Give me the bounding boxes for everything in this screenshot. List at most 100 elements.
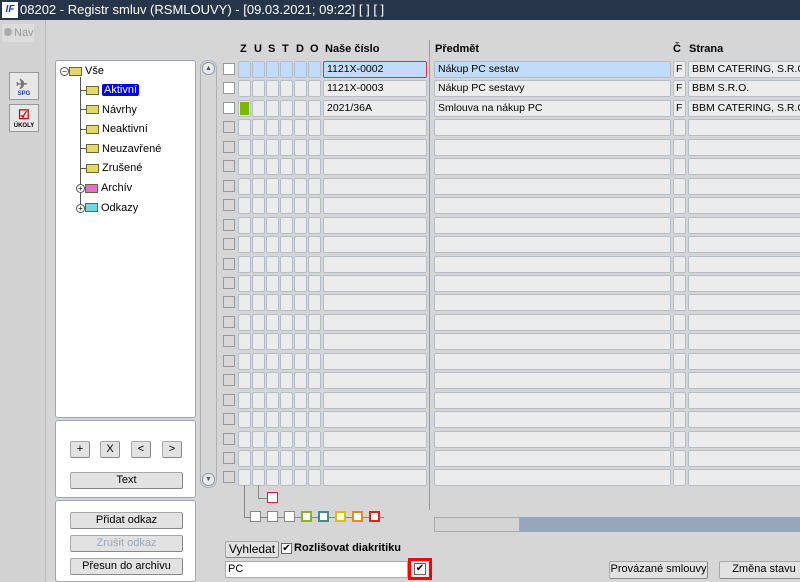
number-cell[interactable]	[323, 294, 427, 312]
archive-button[interactable]: Přesun do archivu	[70, 558, 183, 575]
c-cell[interactable]	[673, 274, 686, 292]
diacritics-checkbox[interactable]: ✔	[281, 543, 292, 554]
row-checkbox[interactable]	[223, 101, 235, 114]
party-cell[interactable]	[688, 138, 800, 156]
add-node-button[interactable]: +	[70, 441, 90, 458]
header-number[interactable]: Naše číslo	[325, 43, 379, 55]
subject-cell[interactable]	[434, 274, 671, 292]
number-cell[interactable]	[323, 216, 427, 234]
tree-item[interactable]: Zrušené	[80, 159, 142, 177]
c-cell[interactable]	[673, 197, 686, 215]
number-cell[interactable]	[323, 138, 427, 156]
party-cell[interactable]	[688, 197, 800, 215]
row-checkbox[interactable]	[223, 393, 235, 406]
subject-cell[interactable]	[434, 469, 671, 487]
scroll-up-icon[interactable]: ▲	[202, 62, 215, 75]
tree-item[interactable]: Neuzavřené	[80, 140, 161, 158]
subject-cell[interactable]	[434, 313, 671, 331]
number-cell[interactable]: 1121X-0003	[323, 80, 427, 98]
row-checkbox[interactable]	[223, 199, 235, 212]
subject-cell[interactable]	[434, 138, 671, 156]
tasks-button[interactable]: ☑ ÚKOLY	[9, 104, 39, 132]
party-cell[interactable]	[688, 430, 800, 448]
next-button[interactable]: >	[162, 441, 182, 458]
row-checkbox[interactable]	[223, 296, 235, 309]
party-cell[interactable]	[688, 372, 800, 390]
expand-icon[interactable]: +	[76, 203, 85, 213]
delete-node-button[interactable]: X	[100, 441, 120, 458]
row-checkbox[interactable]	[223, 452, 235, 464]
number-cell[interactable]	[323, 119, 427, 137]
c-cell[interactable]	[673, 119, 686, 137]
party-cell[interactable]: BBM S.R.O.	[688, 80, 800, 98]
change-state-button[interactable]: Změna stavu	[719, 561, 800, 579]
subject-cell[interactable]	[434, 411, 671, 429]
tree-item[interactable]: + Odkazy	[76, 199, 138, 217]
c-cell[interactable]	[673, 352, 686, 370]
c-cell[interactable]	[673, 469, 686, 487]
tree-root[interactable]: − Vše	[60, 62, 104, 80]
party-cell[interactable]	[688, 294, 800, 312]
subject-cell[interactable]	[434, 158, 671, 176]
number-cell[interactable]	[323, 313, 427, 331]
subject-cell[interactable]	[434, 255, 671, 273]
header-c[interactable]: Č	[673, 43, 681, 55]
row-checkbox[interactable]	[223, 179, 235, 192]
row-checkbox[interactable]	[223, 82, 235, 95]
remove-link-button[interactable]: Zrušit odkaz	[70, 535, 183, 552]
c-cell[interactable]	[673, 255, 686, 273]
row-checkbox[interactable]	[223, 121, 235, 134]
party-cell[interactable]	[688, 236, 800, 254]
party-cell[interactable]	[688, 177, 800, 195]
party-cell[interactable]	[688, 391, 800, 409]
row-checkbox[interactable]	[223, 432, 235, 445]
party-cell[interactable]	[688, 469, 800, 487]
party-cell[interactable]	[688, 274, 800, 292]
c-cell[interactable]	[673, 177, 686, 195]
spg-button[interactable]: ✈ SPG	[9, 72, 39, 100]
subject-cell[interactable]	[434, 352, 671, 370]
number-cell[interactable]	[323, 274, 427, 292]
row-checkbox[interactable]	[223, 140, 235, 153]
linked-contracts-button[interactable]: Provázané smlouvy	[609, 561, 708, 579]
c-cell[interactable]	[673, 216, 686, 234]
c-cell[interactable]	[673, 411, 686, 429]
subject-cell[interactable]: Smlouva na nákup PC	[434, 99, 671, 117]
subject-cell[interactable]	[434, 430, 671, 448]
number-cell[interactable]	[323, 352, 427, 370]
c-cell[interactable]: F	[673, 61, 686, 78]
subject-cell[interactable]: Nákup PC sestav	[434, 61, 671, 78]
number-cell[interactable]	[323, 177, 427, 195]
prev-button[interactable]: <	[131, 441, 151, 458]
number-cell[interactable]	[323, 430, 427, 448]
subject-cell[interactable]	[434, 197, 671, 215]
scroll-down-icon[interactable]: ▼	[202, 473, 215, 486]
row-checkbox[interactable]	[223, 374, 235, 387]
subject-cell[interactable]	[434, 216, 671, 234]
number-cell[interactable]	[323, 372, 427, 390]
subject-cell[interactable]: Nákup PC sestavy	[434, 80, 671, 98]
c-cell[interactable]	[673, 450, 686, 467]
subject-cell[interactable]	[434, 450, 671, 467]
party-cell[interactable]	[688, 255, 800, 273]
number-cell[interactable]	[323, 333, 427, 351]
number-cell[interactable]	[323, 255, 427, 273]
header-subject[interactable]: Předmět	[435, 43, 479, 55]
row-checkbox[interactable]	[223, 276, 235, 289]
row-checkbox[interactable]	[223, 63, 235, 75]
subject-cell[interactable]	[434, 177, 671, 195]
number-cell[interactable]	[323, 236, 427, 254]
nav-toggle[interactable]: Nav	[2, 24, 34, 42]
c-cell[interactable]	[673, 333, 686, 351]
number-cell[interactable]	[323, 391, 427, 409]
c-cell[interactable]	[673, 313, 686, 331]
party-cell[interactable]: BBM CATERING, S.R.O. U	[688, 61, 800, 78]
c-cell[interactable]	[673, 236, 686, 254]
party-cell[interactable]	[688, 119, 800, 137]
c-cell[interactable]	[673, 138, 686, 156]
subject-cell[interactable]	[434, 294, 671, 312]
tree-item[interactable]: + Archív	[76, 179, 132, 197]
number-cell[interactable]	[323, 197, 427, 215]
scroll-thumb[interactable]	[434, 517, 520, 532]
party-cell[interactable]	[688, 158, 800, 176]
